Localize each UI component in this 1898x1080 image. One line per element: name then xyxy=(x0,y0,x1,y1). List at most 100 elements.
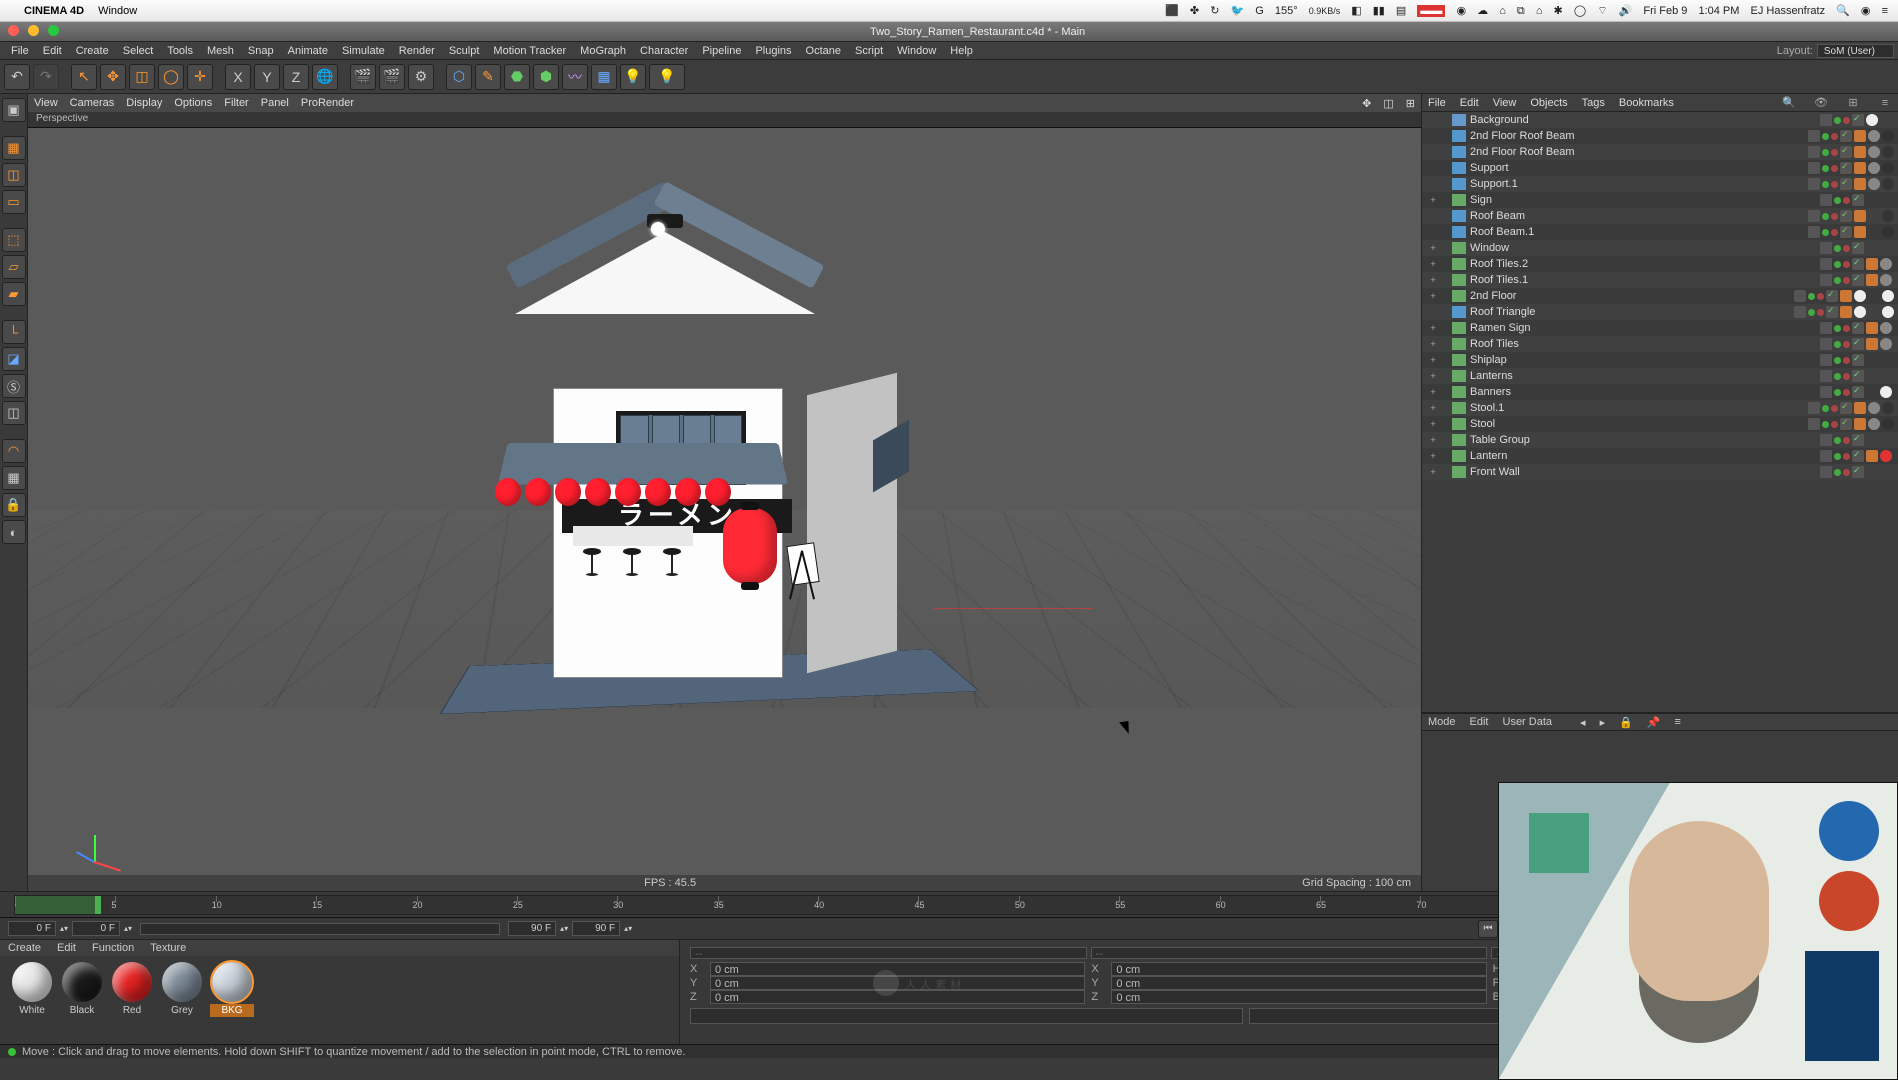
attr-nav-back[interactable]: ◂ xyxy=(1580,716,1586,729)
tray-icon[interactable]: ⌂ xyxy=(1499,5,1506,17)
render-dot[interactable] xyxy=(1843,453,1850,460)
render-dot[interactable] xyxy=(1843,277,1850,284)
object-row[interactable]: +Shiplap xyxy=(1422,352,1898,368)
object-row[interactable]: +Roof Tiles xyxy=(1422,336,1898,352)
tray-icon[interactable]: ✱ xyxy=(1554,5,1563,17)
axis-y-toggle[interactable]: Y xyxy=(254,64,280,90)
phong-tag[interactable] xyxy=(1854,226,1866,238)
make-editable-button[interactable]: ▣ xyxy=(2,98,26,122)
scale-tool[interactable]: ◫ xyxy=(129,64,155,90)
live-select-tool[interactable]: ↖ xyxy=(71,64,97,90)
phong-tag[interactable] xyxy=(1866,258,1878,270)
appmenu-octane[interactable]: Octane xyxy=(799,45,848,57)
object-name[interactable]: Table Group xyxy=(1470,434,1820,446)
object-name[interactable]: Stool xyxy=(1470,418,1808,430)
enable-tag[interactable] xyxy=(1852,386,1864,398)
layer-icon[interactable]: ≡ xyxy=(1878,96,1892,110)
phong-tag[interactable] xyxy=(1866,450,1878,462)
appmenu-render[interactable]: Render xyxy=(392,45,442,57)
material-manager[interactable]: WhiteBlackRedGreyBKG xyxy=(0,956,679,1044)
object-row[interactable]: +Table Group xyxy=(1422,432,1898,448)
attrmenu-mode[interactable]: Mode xyxy=(1428,716,1456,728)
undo-button[interactable]: ↶ xyxy=(4,64,30,90)
render-dot[interactable] xyxy=(1843,197,1850,204)
render-dot[interactable] xyxy=(1831,181,1838,188)
object-row[interactable]: +Lanterns xyxy=(1422,368,1898,384)
vpmenu-view[interactable]: View xyxy=(34,97,58,109)
tray-user[interactable]: EJ Hassenfratz xyxy=(1750,5,1825,17)
material-tag[interactable] xyxy=(1868,402,1880,414)
phong-tag[interactable] xyxy=(1866,338,1878,350)
material-tag[interactable] xyxy=(1882,306,1894,318)
viewport-solo[interactable]: ◪ xyxy=(2,347,26,371)
object-name[interactable]: Roof Triangle xyxy=(1470,306,1794,318)
enable-dot[interactable] xyxy=(1834,389,1841,396)
range-end-field[interactable]: 90 F xyxy=(508,921,556,936)
visibility-tag[interactable] xyxy=(1820,258,1832,270)
tray-icon[interactable]: ↻ xyxy=(1210,5,1219,17)
objmenu-file[interactable]: File xyxy=(1428,97,1446,109)
material-tag[interactable] xyxy=(1868,162,1880,174)
object-name[interactable]: Roof Tiles.1 xyxy=(1470,274,1820,286)
tray-icon[interactable]: ◧ xyxy=(1351,5,1361,17)
selection-filter[interactable]: ▦ xyxy=(2,466,26,490)
snap-toggle[interactable]: Ⓢ xyxy=(2,374,26,398)
scene-menu[interactable]: 💡 xyxy=(649,64,685,90)
enable-dot[interactable] xyxy=(1808,309,1815,316)
render-dot[interactable] xyxy=(1831,229,1838,236)
object-name[interactable]: Sign xyxy=(1470,194,1820,206)
visibility-tag[interactable] xyxy=(1820,466,1832,478)
object-name[interactable]: Background xyxy=(1470,114,1820,126)
vp-nav-icon[interactable]: ✥ xyxy=(1362,97,1371,110)
enable-dot[interactable] xyxy=(1834,261,1841,268)
spline-menu[interactable]: ✎ xyxy=(475,64,501,90)
visibility-tag[interactable] xyxy=(1820,434,1832,446)
zoom-button[interactable] xyxy=(48,25,59,36)
appmenu-sculpt[interactable]: Sculpt xyxy=(442,45,487,57)
generator-menu[interactable]: ⬣ xyxy=(504,64,530,90)
object-name[interactable]: 2nd Floor Roof Beam xyxy=(1470,146,1808,158)
material-tag[interactable] xyxy=(1880,338,1892,350)
material-swatch[interactable]: Red xyxy=(110,962,154,1017)
phong-tag[interactable] xyxy=(1840,306,1852,318)
enable-dot[interactable] xyxy=(1822,229,1829,236)
material-tag[interactable] xyxy=(1854,290,1866,302)
enable-tag[interactable] xyxy=(1826,290,1838,302)
object-row[interactable]: Background xyxy=(1422,112,1898,128)
attr-nav-fwd[interactable]: ▸ xyxy=(1600,716,1606,729)
object-name[interactable]: Window xyxy=(1470,242,1820,254)
enable-dot[interactable] xyxy=(1834,357,1841,364)
workplane-mode[interactable]: ▭ xyxy=(2,190,26,214)
visibility-tag[interactable] xyxy=(1808,226,1820,238)
object-name[interactable]: Lantern xyxy=(1470,450,1820,462)
axis-mode[interactable]: └ xyxy=(2,320,26,344)
object-name[interactable]: Roof Tiles xyxy=(1470,338,1820,350)
enable-tag[interactable] xyxy=(1840,162,1852,174)
object-row[interactable]: +Front Wall xyxy=(1422,464,1898,480)
visibility-tag[interactable] xyxy=(1808,418,1820,430)
render-dot[interactable] xyxy=(1817,309,1824,316)
close-button[interactable] xyxy=(8,25,19,36)
range-slider[interactable] xyxy=(140,923,500,935)
attrmenu-edit[interactable]: Edit xyxy=(1470,716,1489,728)
material-tag[interactable] xyxy=(1868,146,1880,158)
attr-layer-icon[interactable]: ≡ xyxy=(1675,716,1681,728)
enable-tag[interactable] xyxy=(1852,370,1864,382)
phong-tag[interactable] xyxy=(1866,322,1878,334)
vpmenu-filter[interactable]: Filter xyxy=(224,97,248,109)
light-menu[interactable]: 💡 xyxy=(620,64,646,90)
matmenu-function[interactable]: Function xyxy=(92,942,134,954)
place-tool[interactable]: ✛ xyxy=(187,64,213,90)
render-dot[interactable] xyxy=(1831,421,1838,428)
coord-system-toggle[interactable]: 🌐 xyxy=(312,64,338,90)
phong-tag[interactable] xyxy=(1854,210,1866,222)
soft-select[interactable]: ◠ xyxy=(2,439,26,463)
enable-dot[interactable] xyxy=(1834,453,1841,460)
tray-icon[interactable]: 🐦 xyxy=(1230,5,1244,17)
lock-toggle[interactable]: 🔒 xyxy=(2,493,26,517)
object-name[interactable]: Shiplap xyxy=(1470,354,1820,366)
object-row[interactable]: +Sign xyxy=(1422,192,1898,208)
object-name[interactable]: Roof Beam.1 xyxy=(1470,226,1808,238)
phong-tag[interactable] xyxy=(1866,274,1878,286)
enable-tag[interactable] xyxy=(1852,114,1864,126)
